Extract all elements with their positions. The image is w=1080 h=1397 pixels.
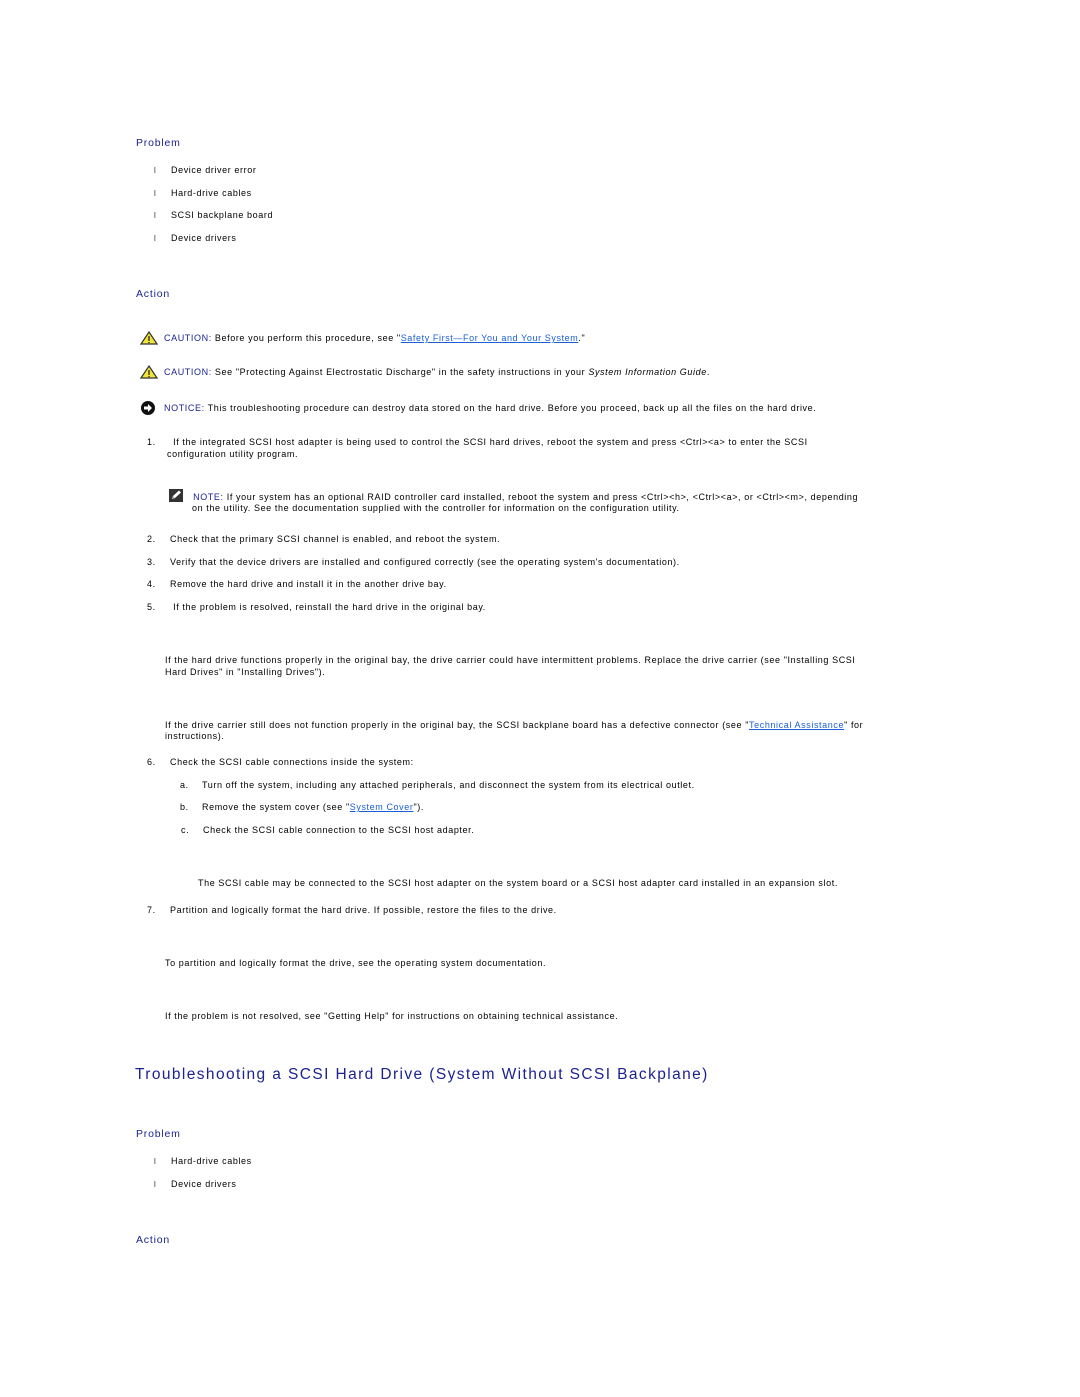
carrier-paragraph-line1: If the hard drive functions properly in … — [165, 655, 856, 665]
step-6: 6. Check the SCSI cable connections insid… — [147, 757, 414, 767]
bullet-icon: l — [154, 234, 157, 243]
bullet-icon: l — [154, 189, 157, 198]
bullet-icon: l — [154, 211, 157, 220]
pencil-note-icon — [169, 489, 183, 502]
step-1: 1. If the integrated SCSI host adapter i… — [147, 437, 808, 447]
problem-heading: Problem — [136, 137, 181, 149]
problem-list-item: l SCSI backplane board — [154, 210, 274, 220]
guide-title: System Information Guide — [588, 367, 707, 377]
step-1-continued: configuration utility program. — [167, 449, 299, 459]
notice-label: NOTICE: — [164, 403, 205, 413]
section-title: Troubleshooting a SCSI Hard Drive (Syste… — [135, 1066, 709, 1083]
problem-heading: Problem — [136, 1128, 181, 1140]
backplane-paragraph: If the drive carrier still does not func… — [165, 720, 864, 730]
caution-notice: CAUTION: Before you perform this procedu… — [139, 330, 585, 345]
note: NOTE: If your system has an optional RAI… — [169, 489, 858, 502]
problem-list-item: l Device drivers — [154, 1179, 237, 1189]
step-6b: b. Remove the system cover (see "System C… — [180, 802, 424, 812]
safety-first-link[interactable]: Safety First—For You and Your System — [401, 333, 579, 343]
action-heading: Action — [136, 1234, 170, 1246]
step-6c: c. Check the SCSI cable connection to the… — [181, 825, 475, 835]
help-paragraph: If the problem is not resolved, see "Get… — [165, 1011, 619, 1021]
step-7: 7. Partition and logically format the har… — [147, 905, 557, 915]
notice-arrow-icon — [140, 400, 158, 416]
problem-list-item: l Hard-drive cables — [154, 1156, 252, 1166]
step-4: 4. Remove the hard drive and install it i… — [147, 579, 447, 589]
problem-list-item: l Device driver error — [154, 165, 257, 175]
caution-notice: CAUTION: See "Protecting Against Electro… — [139, 364, 710, 379]
caution-label: CAUTION: — [164, 367, 212, 377]
warning-triangle-icon — [139, 330, 159, 345]
note-label: NOTE: — [193, 492, 224, 502]
step-3: 3. Verify that the device drivers are ins… — [147, 557, 680, 567]
bullet-icon: l — [154, 1180, 157, 1189]
notice: NOTICE: This troubleshooting procedure c… — [140, 400, 816, 416]
warning-triangle-icon — [139, 364, 159, 379]
partition-paragraph: To partition and logically format the dr… — [165, 958, 547, 968]
step-6a: a. Turn off the system, including any att… — [180, 780, 695, 790]
technical-assistance-link[interactable]: Technical Assistance — [749, 720, 844, 730]
caution-label: CAUTION: — [164, 333, 212, 343]
bullet-icon: l — [154, 1157, 157, 1166]
note-continued: on the utility. See the documentation su… — [192, 503, 680, 513]
cable-paragraph: The SCSI cable may be connected to the S… — [198, 878, 838, 888]
action-heading: Action — [136, 288, 170, 300]
bullet-icon: l — [154, 166, 157, 175]
step-2: 2. Check that the primary SCSI channel is… — [147, 534, 501, 544]
problem-list-item: l Hard-drive cables — [154, 188, 252, 198]
backplane-paragraph-line2: instructions). — [165, 731, 225, 741]
step-5: 5. If the problem is resolved, reinstall… — [147, 602, 486, 612]
system-cover-link[interactable]: System Cover — [350, 802, 414, 812]
problem-list-item: l Device drivers — [154, 233, 237, 243]
carrier-paragraph-line2: Hard Drives" in "Installing Drives"). — [165, 667, 326, 677]
